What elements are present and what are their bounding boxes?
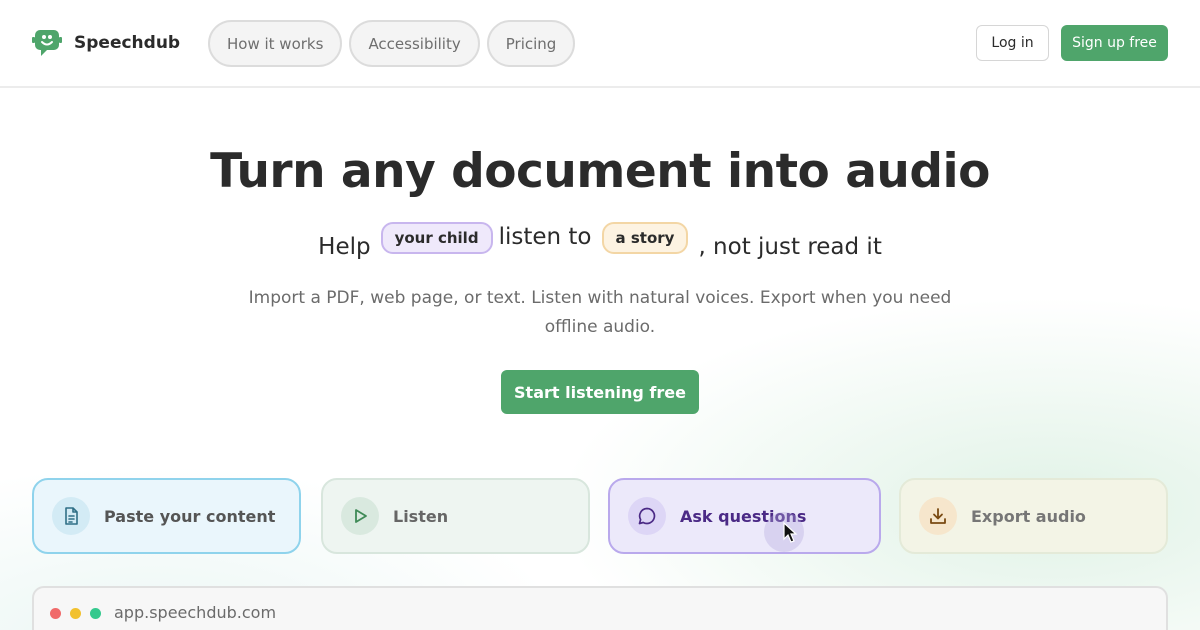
feature-card-ask[interactable]: Ask questions [608, 478, 881, 554]
preview-url: app.speechdub.com [114, 603, 277, 622]
nav-how-it-works[interactable]: How it works [208, 20, 343, 67]
hero-description: Import a PDF, web page, or text. Listen … [248, 288, 952, 337]
app-preview-window: app.speechdub.com [32, 586, 1168, 630]
nav-accessibility[interactable]: Accessibility [349, 20, 480, 67]
hero-title: Turn any document into audio [210, 144, 990, 199]
feature-card-paste[interactable]: Paste your content [32, 478, 301, 554]
subtitle-middle: listen to [498, 224, 592, 250]
content-chip[interactable]: a story [601, 222, 689, 254]
chat-bubble-icon [628, 497, 666, 535]
window-maximize-dot [90, 608, 101, 619]
feature-label: Listen [393, 506, 449, 526]
document-icon [52, 497, 90, 535]
signup-button[interactable]: Sign up free [1061, 25, 1168, 61]
feature-label: Export audio [971, 506, 1086, 526]
feature-label: Paste your content [104, 506, 276, 526]
brand-logo[interactable]: Speechdub [32, 28, 180, 58]
site-header: Speechdub How it works Accessibility Pri… [0, 0, 1200, 88]
feature-card-export[interactable]: Export audio [899, 478, 1168, 554]
audience-chip[interactable]: your child [380, 222, 493, 254]
speechdub-logo-icon [32, 30, 62, 56]
feature-card-listen[interactable]: Listen [321, 478, 590, 554]
subtitle-prefix: Help [318, 234, 371, 260]
start-listening-button[interactable]: Start listening free [501, 370, 699, 414]
download-icon [919, 497, 957, 535]
subtitle-suffix: , not just read it [698, 234, 882, 260]
play-icon [341, 497, 379, 535]
mouse-cursor-icon [783, 522, 798, 543]
brand-name: Speechdub [74, 33, 181, 53]
hero-subtitle: Help your child listen to a story , not … [0, 222, 1200, 260]
login-button[interactable]: Log in [976, 25, 1049, 61]
nav-pricing[interactable]: Pricing [486, 20, 576, 67]
window-close-dot [50, 608, 61, 619]
window-minimize-dot [70, 608, 81, 619]
main-nav: How it works Accessibility Pricing [208, 20, 576, 67]
